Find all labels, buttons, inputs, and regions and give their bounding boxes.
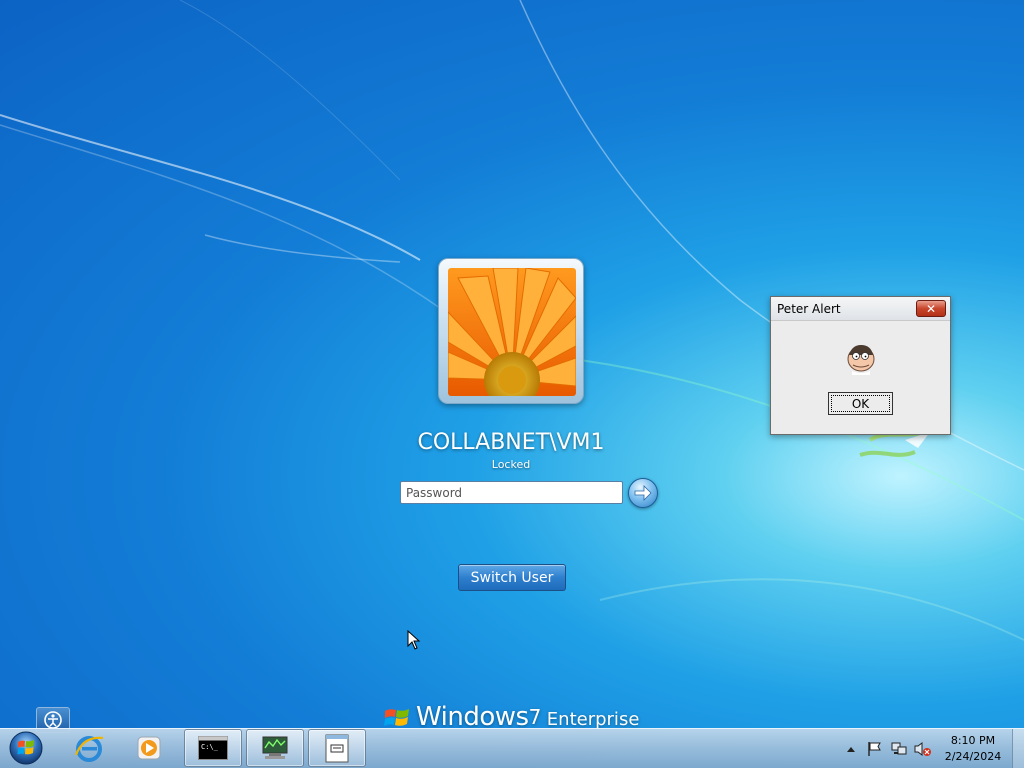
user-avatar-frame [438,258,584,404]
media-player-icon [137,736,161,760]
mouse-cursor-icon [407,630,421,650]
alert-titlebar[interactable]: Peter Alert ✕ [771,297,950,321]
taskbar-clock[interactable]: 8:10 PM 2/24/2024 [940,733,1006,765]
taskbar-network-monitor[interactable] [246,729,304,767]
user-name: COLLABNET\VM1 [417,430,605,455]
windows-name: Windows [416,702,529,732]
show-desktop-button[interactable] [1012,729,1024,768]
alert-ok-button[interactable]: OK [828,392,893,415]
arrow-right-icon [634,485,652,501]
start-button[interactable] [6,730,46,766]
orange-flower-avatar-icon [448,268,576,396]
tray-show-hidden-button[interactable] [842,736,860,762]
alert-title: Peter Alert [777,302,841,316]
submit-button[interactable] [628,478,658,508]
tray-volume[interactable] [914,736,932,762]
taskbar-internet-explorer[interactable] [60,729,118,767]
taskbar-command-prompt[interactable]: C:\_ [184,729,242,767]
alert-close-button[interactable]: ✕ [916,300,946,317]
switch-user-button[interactable]: Switch User [458,564,566,591]
internet-explorer-icon [74,736,104,762]
close-icon: ✕ [925,301,937,316]
windows-flag-icon [384,709,409,726]
windows-edition: Enterprise [546,709,640,730]
taskbar-notepad[interactable] [308,729,366,767]
clock-date: 2/24/2024 [944,750,1002,763]
windows-branding: Windows 7 Enterprise [384,704,639,730]
network-icon [891,742,907,755]
cartoon-face-icon [847,345,875,375]
clock-time: 8:10 PM [950,734,996,747]
action-center-flag-icon [868,742,881,756]
password-input[interactable] [400,481,623,504]
ease-of-access-icon [44,711,62,729]
svg-text:C:\_: C:\_ [201,743,219,751]
show-hidden-arrow-icon [847,747,855,752]
windows-version: 7 [528,705,542,729]
network-monitor-icon [262,736,288,759]
user-status: Locked [491,458,531,471]
volume-muted-icon [914,742,931,756]
start-orb-icon [9,731,43,765]
notepad-icon [325,734,349,763]
taskbar-media-player[interactable] [120,729,178,767]
tray-network[interactable] [890,736,908,762]
tray-action-center[interactable] [866,736,884,762]
command-prompt-icon: C:\_ [198,736,228,760]
